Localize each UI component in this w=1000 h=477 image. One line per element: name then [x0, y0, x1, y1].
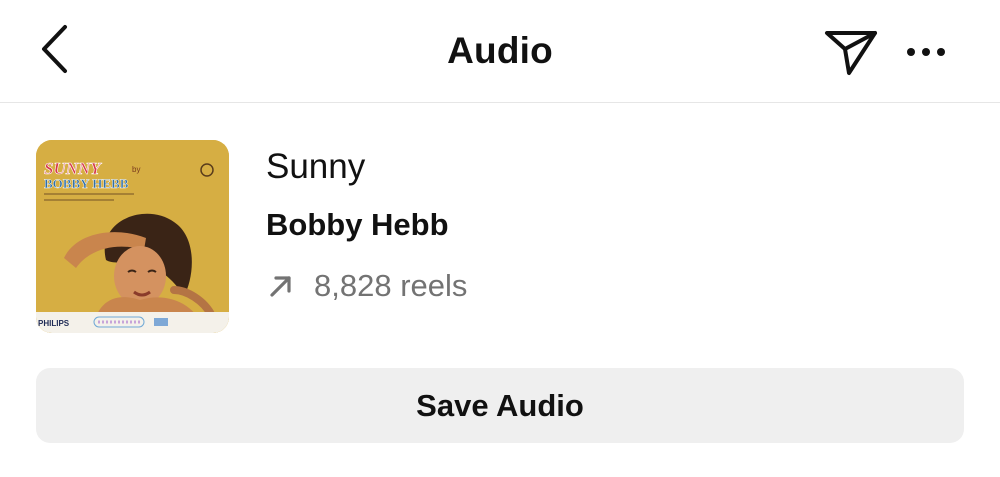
top-bar: Audio: [0, 0, 1000, 103]
arrow-up-right-icon: [266, 271, 296, 301]
reels-count-label: 8,828 reels: [314, 268, 468, 303]
track-title: Sunny: [266, 147, 366, 186]
save-audio-button[interactable]: Save Audio: [36, 368, 964, 443]
more-options-button[interactable]: [900, 34, 952, 70]
share-button[interactable]: [822, 24, 880, 80]
artist-name[interactable]: Bobby Hebb: [266, 207, 449, 243]
cover-by-text: by: [132, 165, 140, 174]
reels-count: 8,828 reels: [266, 268, 467, 304]
album-cover[interactable]: SUNNY by BOBBY HEBB PHILIPS: [36, 140, 229, 333]
cover-label-text: PHILIPS: [38, 319, 70, 328]
cover-artist-text: BOBBY HEBB: [44, 176, 129, 191]
more-horizontal-icon: [907, 48, 945, 56]
paper-plane-icon: [825, 31, 877, 75]
